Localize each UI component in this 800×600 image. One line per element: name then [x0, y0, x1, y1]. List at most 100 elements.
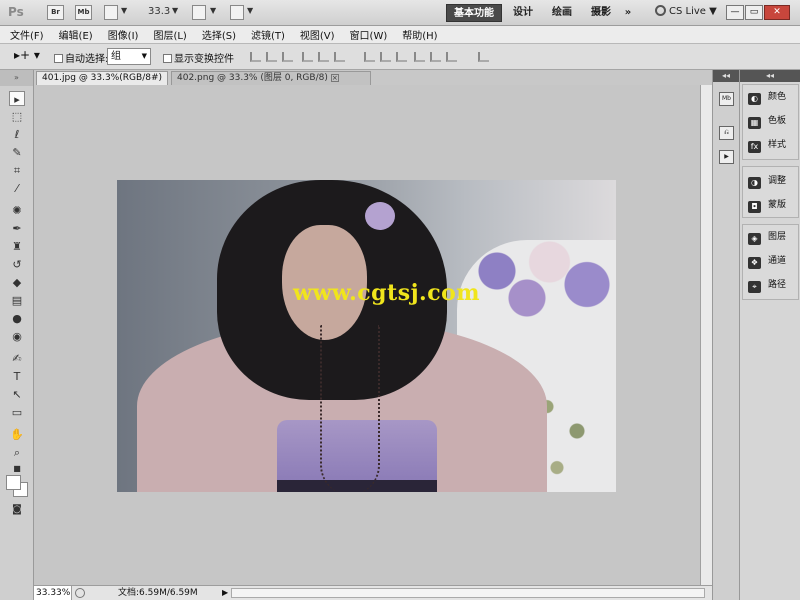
gradient-tool-icon[interactable]: ▤	[9, 293, 25, 308]
maximize-button[interactable]: ▭	[745, 5, 763, 20]
panel-item-swatches[interactable]: ▦ 色板	[748, 113, 786, 129]
brush-tool-icon[interactable]: ✒	[9, 221, 25, 236]
options-bar: ▸+ ▾ 自动选择: 组 ▼ 显示变换控件	[0, 44, 800, 70]
panel-item-channels[interactable]: ❖ 通道	[748, 253, 786, 269]
status-menu-arrow-icon[interactable]: ▶	[222, 586, 228, 600]
type-tool-icon[interactable]: T	[9, 369, 25, 384]
history-brush-tool-icon[interactable]: ↺	[9, 257, 25, 272]
tab-401-jpg[interactable]: 401.jpg @ 33.3%(RGB/8#)×	[36, 71, 168, 95]
zoom-chevron-down-icon[interactable]: ▼	[172, 6, 178, 15]
menu-image[interactable]: 图像(I)	[108, 27, 139, 42]
lasso-tool-icon[interactable]: ℓ	[9, 127, 25, 142]
styles-icon: fx	[748, 141, 761, 153]
workspace-painting[interactable]: 绘画	[545, 4, 579, 22]
eyedropper-tool-icon[interactable]: ⁄	[9, 181, 25, 196]
panel-item-color[interactable]: ◐ 颜色	[748, 89, 786, 105]
clone-stamp-tool-icon[interactable]: ♜	[9, 239, 25, 254]
distribute-right-icon[interactable]	[446, 52, 457, 62]
menu-select[interactable]: 选择(S)	[202, 27, 236, 42]
menu-bar: 文件(F) 编辑(E) 图像(I) 图层(L) 选择(S) 滤镜(T) 视图(V…	[0, 26, 800, 44]
panel-item-styles[interactable]: fx 样式	[748, 137, 786, 153]
auto-select-checkbox-box[interactable]	[54, 54, 63, 63]
vertical-scrollbar[interactable]	[700, 85, 712, 585]
menu-layer[interactable]: 图层(L)	[153, 27, 186, 42]
distribute-left-icon[interactable]	[414, 52, 425, 62]
crop-tool-icon[interactable]: ⌗	[9, 163, 25, 178]
workspace-design[interactable]: 设计	[506, 4, 540, 22]
align-right-icon[interactable]	[334, 52, 345, 62]
align-hcenter-icon[interactable]	[318, 52, 329, 62]
minimize-button[interactable]: —	[726, 5, 744, 20]
close-tab-icon[interactable]: ×	[330, 74, 339, 82]
status-info-icon[interactable]	[75, 588, 85, 598]
image-flowers	[467, 235, 616, 325]
layers-panel-group: ◈ 图层 ❖ 通道 ⌖ 路径	[742, 224, 799, 300]
arrange-chevron-down-icon[interactable]: ▼	[210, 6, 216, 15]
workspace-essentials[interactable]: 基本功能	[446, 4, 502, 22]
dodge-tool-icon[interactable]: ◉	[9, 329, 25, 344]
menu-filter[interactable]: 滤镜(T)	[251, 27, 285, 42]
bridge-button[interactable]: Br	[47, 5, 64, 20]
menu-file[interactable]: 文件(F)	[10, 27, 44, 42]
more-workspaces-button[interactable]: »	[620, 4, 636, 22]
align-top-icon[interactable]	[250, 52, 261, 62]
tools-panel-collapse[interactable]: »	[0, 70, 33, 86]
icon-dock-collapse[interactable]: ◂◂	[713, 70, 739, 82]
show-transform-checkbox[interactable]: 显示变换控件	[163, 50, 234, 65]
workspace-photography[interactable]: 摄影	[584, 4, 618, 22]
horizontal-scrollbar[interactable]	[231, 588, 705, 598]
move-tool-icon[interactable]: ▸	[9, 91, 25, 106]
arrange-documents-icon[interactable]	[192, 5, 206, 20]
zoom-level-select[interactable]: 33.3	[148, 6, 170, 17]
watermark-text: www.cgtsj.com	[293, 280, 481, 306]
shape-tool-icon[interactable]: ▭	[9, 405, 25, 420]
eraser-tool-icon[interactable]: ◆	[9, 275, 25, 290]
menu-window[interactable]: 窗口(W)	[350, 27, 388, 42]
actions-panel-icon[interactable]: ▶	[719, 150, 734, 164]
status-zoom-field[interactable]: 33.33%	[34, 586, 72, 600]
history-panel-icon[interactable]: ⎌	[719, 126, 734, 140]
distribute-top-icon[interactable]	[364, 52, 375, 62]
zoom-tool-icon[interactable]: ⌕	[9, 445, 25, 460]
menu-view[interactable]: 视图(V)	[300, 27, 335, 42]
align-left-icon[interactable]	[302, 52, 313, 62]
panel-item-layers[interactable]: ◈ 图层	[748, 229, 786, 245]
panel-item-masks[interactable]: ◘ 蒙版	[748, 197, 786, 213]
distribute-vcenter-icon[interactable]	[380, 52, 391, 62]
document-image[interactable]: www.cgtsj.com	[117, 180, 616, 492]
cs-live-button[interactable]: CS Live ▼	[655, 5, 717, 17]
panel-item-paths[interactable]: ⌖ 路径	[748, 277, 786, 293]
blur-tool-icon[interactable]: ●	[9, 311, 25, 326]
pen-tool-icon[interactable]: ✍	[9, 351, 25, 366]
healing-brush-tool-icon[interactable]: ✺	[9, 203, 25, 218]
move-tool-preset-icon[interactable]: ▸+ ▾	[14, 48, 40, 62]
view-extras-chevron-down-icon[interactable]: ▼	[121, 6, 127, 15]
align-bottom-icon[interactable]	[282, 52, 293, 62]
menu-edit[interactable]: 编辑(E)	[59, 27, 93, 42]
show-transform-checkbox-box[interactable]	[163, 54, 172, 63]
marquee-tool-icon[interactable]: ⬚	[9, 109, 25, 124]
auto-align-layers-icon[interactable]	[478, 52, 489, 62]
menu-help[interactable]: 帮助(H)	[402, 27, 437, 42]
quick-selection-tool-icon[interactable]: ✎	[9, 145, 25, 160]
tab-402-png[interactable]: 402.png @ 33.3% (图层 0, RGB/8) ×	[171, 71, 371, 85]
default-colors-icon[interactable]: ■ ⇆	[9, 461, 25, 488]
document-canvas[interactable]: www.cgtsj.com	[34, 85, 700, 585]
auto-select-checkbox[interactable]: 自动选择:	[54, 50, 108, 65]
quick-mask-icon[interactable]: ◙	[9, 502, 25, 517]
mini-bridge-button[interactable]: Mb	[75, 5, 92, 20]
panel-item-adjustments[interactable]: ◑ 调整	[748, 173, 786, 189]
distribute-bottom-icon[interactable]	[396, 52, 407, 62]
auto-select-dropdown[interactable]: 组 ▼	[107, 48, 151, 65]
panel-dock-collapse[interactable]: ◂◂	[740, 70, 800, 82]
screen-mode-icon[interactable]	[230, 5, 244, 20]
foreground-color-swatch[interactable]	[6, 475, 21, 490]
minibridge-panel-icon[interactable]: Mb	[719, 92, 734, 106]
view-extras-icon[interactable]	[104, 5, 118, 20]
screen-mode-chevron-down-icon[interactable]: ▼	[247, 6, 253, 15]
hand-tool-icon[interactable]: ✋	[9, 427, 25, 442]
close-button[interactable]: ✕	[764, 5, 790, 20]
path-selection-tool-icon[interactable]: ↖	[9, 387, 25, 402]
align-vcenter-icon[interactable]	[266, 52, 277, 62]
distribute-hcenter-icon[interactable]	[430, 52, 441, 62]
